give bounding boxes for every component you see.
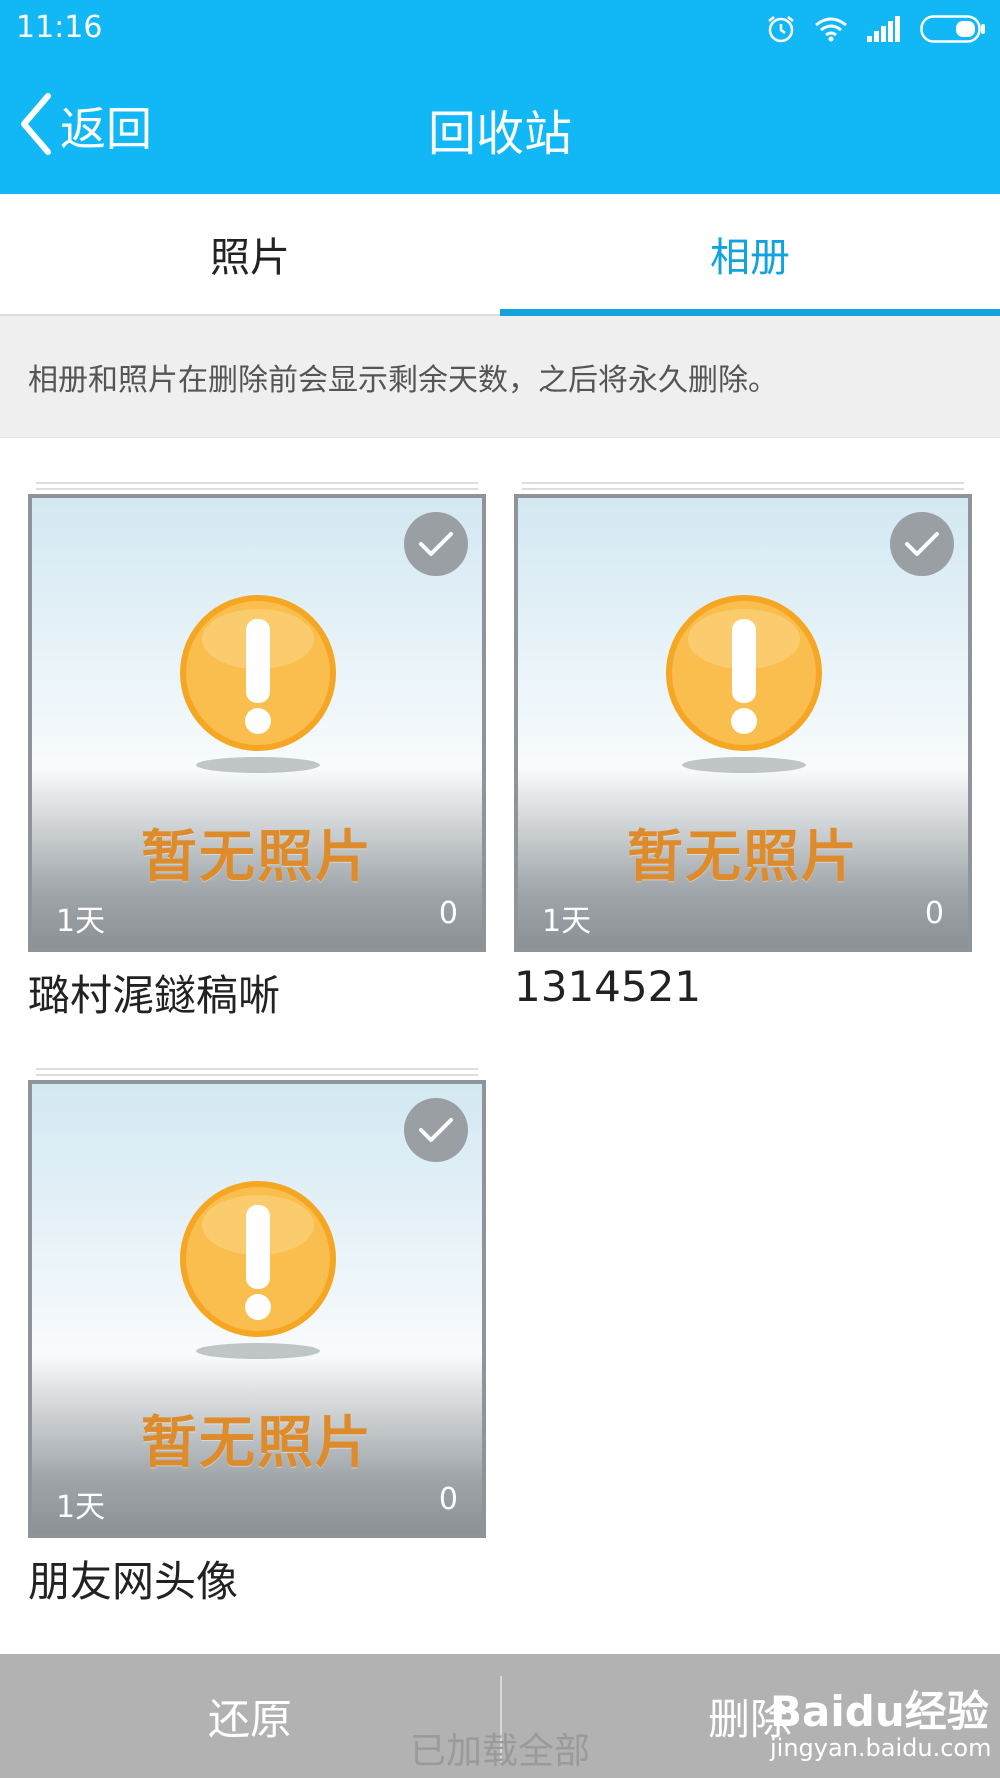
status-time: 11:16 <box>16 10 103 45</box>
album-card[interactable]: 暂无照片 1天 0 1314521 <box>514 482 972 1022</box>
empty-album-text: 暂无照片 <box>141 825 373 890</box>
album-name: 朋友网头像 <box>28 1557 239 1606</box>
top-bar: 11:16 返回 回收站 <box>0 0 1000 194</box>
album-stack-edge <box>522 488 964 490</box>
watermark-url: jingyan.baidu.com <box>770 1734 992 1762</box>
album-stack-edge <box>522 482 964 484</box>
album-card[interactable]: 暂无照片 1天 0 璐村浘鐩稿唽 <box>28 482 486 1022</box>
tab-albums[interactable]: 相册 <box>500 194 1000 316</box>
watermark-logo-text: Baidu经验 <box>770 1687 989 1736</box>
days-left-label: 1天 <box>56 1490 106 1525</box>
tab-bar: 照片 相册 <box>0 194 1000 316</box>
status-icons <box>766 12 986 46</box>
warning-icon <box>666 595 822 773</box>
warning-icon <box>180 595 336 773</box>
album-name: 璐村浘鐩稿唽 <box>28 971 281 1020</box>
select-check-button[interactable] <box>404 512 468 576</box>
album-stack-edge <box>36 1068 478 1070</box>
battery-icon <box>920 15 986 43</box>
album-name: 1314521 <box>514 962 702 1011</box>
album-thumbnail[interactable]: 暂无照片 1天 0 <box>28 494 486 952</box>
days-left-label: 1天 <box>542 904 592 939</box>
photo-count-label: 0 <box>438 896 458 931</box>
checkmark-icon <box>419 1118 453 1142</box>
notice-text: 相册和照片在删除前会显示剩余天数，之后将永久删除。 <box>0 316 1000 438</box>
alarm-icon <box>766 14 796 44</box>
wifi-icon <box>814 16 848 42</box>
warning-icon <box>180 1181 336 1359</box>
days-left-label: 1天 <box>56 904 106 939</box>
empty-album-text: 暂无照片 <box>141 1411 373 1476</box>
empty-album-text: 暂无照片 <box>627 825 859 890</box>
baidu-watermark: Baidu经验 jingyan.baidu.com <box>770 1668 992 1768</box>
album-stack-edge <box>36 1074 478 1076</box>
select-check-button[interactable] <box>890 512 954 576</box>
checkmark-icon <box>419 532 453 556</box>
photo-count-label: 0 <box>438 1482 458 1517</box>
tab-photos[interactable]: 照片 <box>0 194 500 314</box>
album-stack-edge <box>36 482 478 484</box>
checkmark-icon <box>905 532 939 556</box>
album-thumbnail[interactable]: 暂无照片 1天 0 <box>514 494 972 952</box>
page-title: 回收站 <box>427 106 572 162</box>
select-check-button[interactable] <box>404 1098 468 1162</box>
recycle-bin-screen: 11:16 返回 回收站 照片 相册 相册和照片在删除前会显示剩余天数，之后将永… <box>0 0 1000 1778</box>
photo-count-label: 0 <box>924 896 944 931</box>
album-stack-edge <box>36 488 478 490</box>
album-thumbnail[interactable]: 暂无照片 1天 0 <box>28 1080 486 1538</box>
signal-icon <box>866 16 902 42</box>
album-card[interactable]: 暂无照片 1天 0 朋友网头像 <box>28 1068 486 1608</box>
